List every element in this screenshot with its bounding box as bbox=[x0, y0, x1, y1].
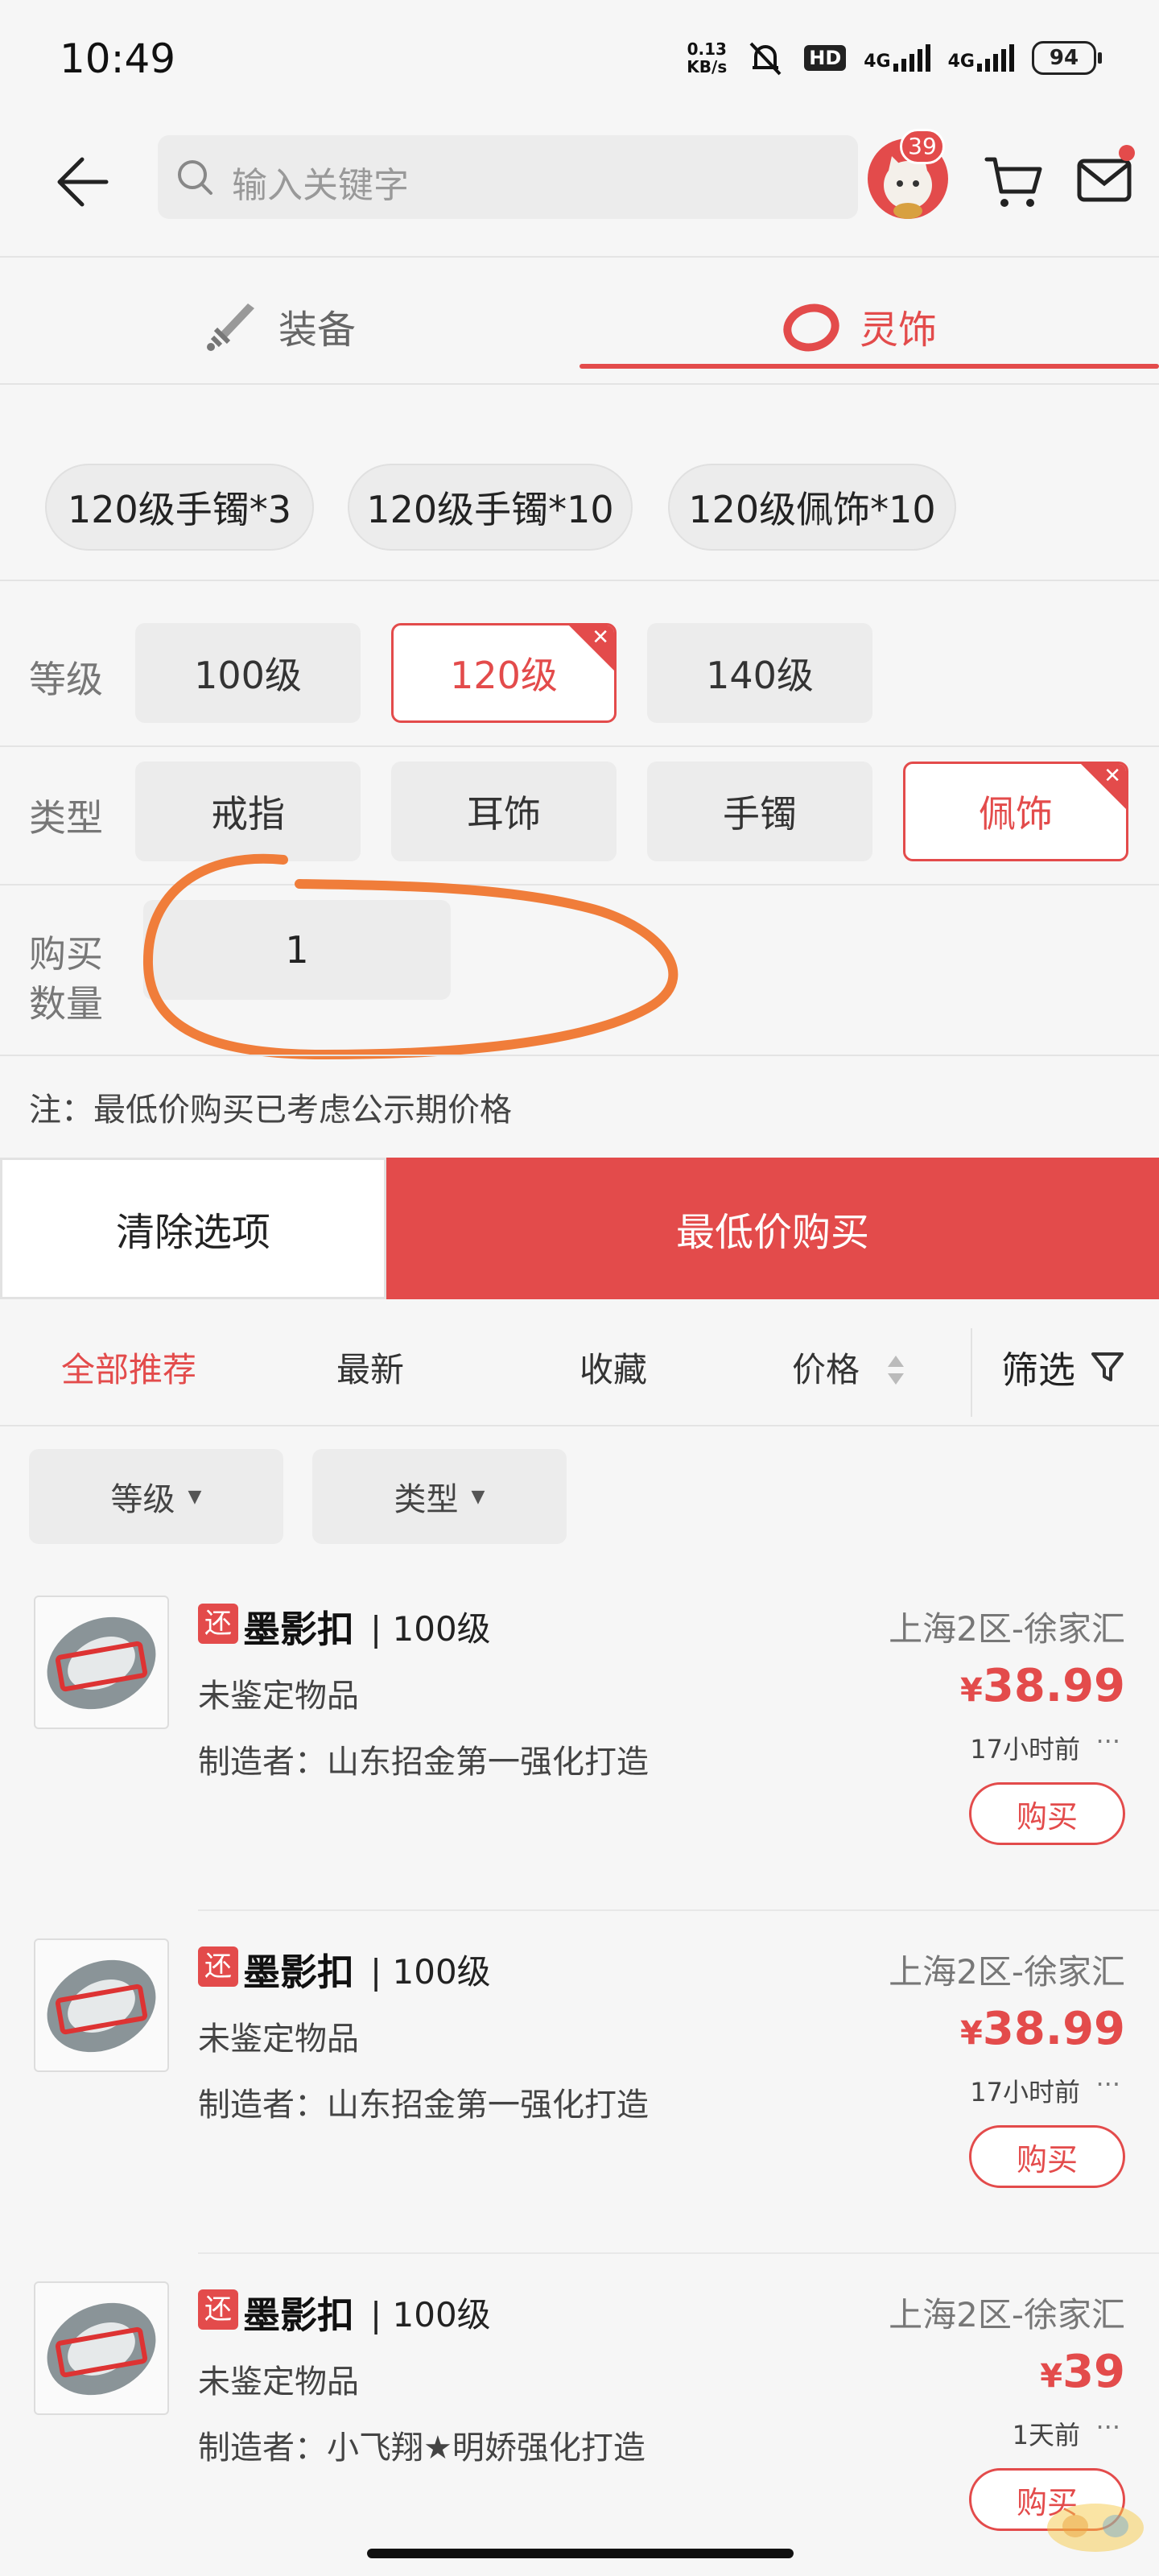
type-dropdown[interactable]: 类型 ▼ bbox=[312, 1449, 567, 1544]
item-server: 上海2区-徐家汇 bbox=[889, 1609, 1125, 1649]
tab-accessories[interactable]: 灵饰 bbox=[782, 274, 937, 378]
sort-arrows-icon bbox=[888, 1356, 904, 1385]
divider bbox=[0, 745, 1159, 747]
item-thumbnail bbox=[34, 1938, 169, 2072]
type-option-pendant[interactable]: 佩饰 ✕ bbox=[903, 762, 1128, 861]
status-bar: 10:49 0.13 KB/s HD 4G 4G 94 bbox=[0, 0, 1159, 121]
divider bbox=[0, 383, 1159, 385]
cart-icon[interactable] bbox=[984, 151, 1045, 213]
return-tag: 还 bbox=[198, 1946, 238, 1987]
close-icon: ✕ bbox=[1103, 764, 1121, 788]
more-icon[interactable]: ··· bbox=[1095, 2412, 1120, 2442]
search-placeholder: 输入关键字 bbox=[232, 165, 409, 206]
more-icon[interactable]: ··· bbox=[1095, 1726, 1120, 1757]
item-time: 17小时前 bbox=[970, 2077, 1080, 2107]
hd-badge: HD bbox=[804, 45, 847, 71]
listing-item[interactable]: 还 墨影扣 | 100级 上海2区-徐家汇 未鉴定物品 制造者：山东招金第一强化… bbox=[0, 1568, 1159, 1911]
sort-tab-favorites[interactable]: 收藏 bbox=[580, 1343, 647, 1392]
quick-chip[interactable]: 120级手镯*3 bbox=[45, 464, 314, 551]
item-level: | 100级 bbox=[370, 1952, 491, 1992]
status-icons: 0.13 KB/s HD 4G 4G 94 bbox=[687, 39, 1102, 77]
return-tag: 还 bbox=[198, 1604, 238, 1644]
filter-button[interactable]: 筛选 bbox=[1001, 1341, 1075, 1394]
item-thumbnail bbox=[34, 2281, 169, 2415]
buckle-item-icon bbox=[47, 2302, 156, 2396]
ring-icon bbox=[783, 303, 839, 352]
item-level: | 100级 bbox=[370, 2295, 491, 2334]
level-option-100[interactable]: 100级 bbox=[135, 623, 361, 723]
status-time: 10:49 bbox=[60, 35, 176, 82]
price-note: 注：最低价购买已考虑公示期价格 bbox=[29, 1092, 512, 1129]
item-maker: 制造者：山东招金第一强化打造 bbox=[198, 2087, 649, 2124]
item-name: 墨影扣 bbox=[243, 2293, 354, 2337]
item-price: ¥38.99 bbox=[960, 1660, 1125, 1712]
clear-options-button[interactable]: 清除选项 bbox=[0, 1158, 386, 1299]
signal-2: 4G bbox=[948, 44, 1014, 72]
divider bbox=[0, 580, 1159, 581]
level-label: 等级 bbox=[29, 658, 103, 701]
signal-1: 4G bbox=[864, 44, 930, 72]
item-price: ¥38.99 bbox=[960, 2003, 1125, 2055]
buy-lowest-button[interactable]: 最低价购买 bbox=[386, 1158, 1159, 1299]
caret-down-icon: ▼ bbox=[471, 1486, 485, 1507]
quick-chip[interactable]: 120级佩饰*10 bbox=[668, 464, 956, 551]
listing-item[interactable]: 还 墨影扣 | 100级 上海2区-徐家汇 未鉴定物品 制造者：小飞翔★明娇强化… bbox=[0, 2254, 1159, 2576]
item-maker: 制造者：小飞翔★明娇强化打造 bbox=[198, 2429, 645, 2467]
type-label: 类型 bbox=[29, 796, 103, 840]
tab-equipment[interactable]: 装备 bbox=[201, 274, 356, 378]
item-name: 墨影扣 bbox=[243, 1608, 354, 1651]
home-indicator[interactable] bbox=[367, 2549, 794, 2558]
close-icon: ✕ bbox=[592, 625, 609, 650]
quick-chip[interactable]: 120级手镯*10 bbox=[348, 464, 633, 551]
divider bbox=[0, 256, 1159, 258]
divider bbox=[0, 1055, 1159, 1056]
sort-tab-recommended[interactable]: 全部推荐 bbox=[61, 1343, 196, 1392]
item-time: 17小时前 bbox=[970, 1734, 1080, 1765]
item-server: 上海2区-徐家汇 bbox=[889, 2295, 1125, 2334]
buy-button[interactable]: 购买 bbox=[969, 2125, 1125, 2188]
header: 输入关键字 39 bbox=[0, 121, 1159, 258]
divider bbox=[0, 1425, 1159, 1426]
search-icon bbox=[178, 160, 212, 195]
signal-bars-icon bbox=[977, 44, 1014, 72]
sort-tab-newest[interactable]: 最新 bbox=[336, 1343, 404, 1392]
sort-tab-price[interactable]: 价格 bbox=[792, 1343, 860, 1392]
more-icon[interactable]: ··· bbox=[1095, 2069, 1120, 2099]
return-tag: 还 bbox=[198, 2289, 238, 2330]
network-speed: 0.13 KB/s bbox=[687, 39, 728, 76]
listing-item[interactable]: 还 墨影扣 | 100级 上海2区-徐家汇 未鉴定物品 制造者：山东招金第一强化… bbox=[0, 1911, 1159, 2254]
item-thumbnail bbox=[34, 1596, 169, 1729]
filter-funnel-icon[interactable] bbox=[1090, 1349, 1125, 1385]
buy-button[interactable]: 购买 bbox=[969, 1782, 1125, 1845]
watermark-logo bbox=[1047, 2504, 1144, 2552]
item-status: 未鉴定物品 bbox=[198, 1678, 359, 1715]
item-price: ¥39 bbox=[1040, 2346, 1125, 2398]
item-maker: 制造者：山东招金第一强化打造 bbox=[198, 1744, 649, 1781]
active-tab-indicator bbox=[580, 364, 1159, 369]
buckle-item-icon bbox=[47, 1616, 156, 1710]
item-status: 未鉴定物品 bbox=[198, 2021, 359, 2058]
divider bbox=[971, 1328, 972, 1417]
notification-dot bbox=[1119, 145, 1135, 161]
item-server: 上海2区-徐家汇 bbox=[889, 1952, 1125, 1992]
item-status: 未鉴定物品 bbox=[198, 2363, 359, 2401]
signal-bars-icon bbox=[893, 44, 930, 72]
level-option-120[interactable]: 120级 ✕ bbox=[391, 623, 617, 723]
level-dropdown[interactable]: 等级 ▼ bbox=[29, 1449, 283, 1544]
battery-icon: 94 bbox=[1032, 41, 1102, 75]
quantity-label: 购买 数量 bbox=[29, 932, 103, 1026]
tab-equipment-label: 装备 bbox=[278, 308, 357, 353]
caret-down-icon: ▼ bbox=[188, 1486, 202, 1507]
avatar-badge: 39 bbox=[900, 129, 945, 164]
item-name: 墨影扣 bbox=[243, 1951, 354, 1994]
item-level: | 100级 bbox=[370, 1609, 491, 1649]
buckle-item-icon bbox=[47, 1959, 156, 2053]
mute-bell-icon bbox=[749, 42, 782, 76]
back-arrow-icon[interactable] bbox=[50, 150, 114, 214]
tab-accessories-label: 灵饰 bbox=[860, 308, 938, 353]
level-option-140[interactable]: 140级 bbox=[647, 623, 872, 723]
sword-icon bbox=[207, 303, 254, 351]
item-time: 1天前 bbox=[1012, 2420, 1080, 2450]
search-input[interactable]: 输入关键字 bbox=[158, 135, 858, 219]
